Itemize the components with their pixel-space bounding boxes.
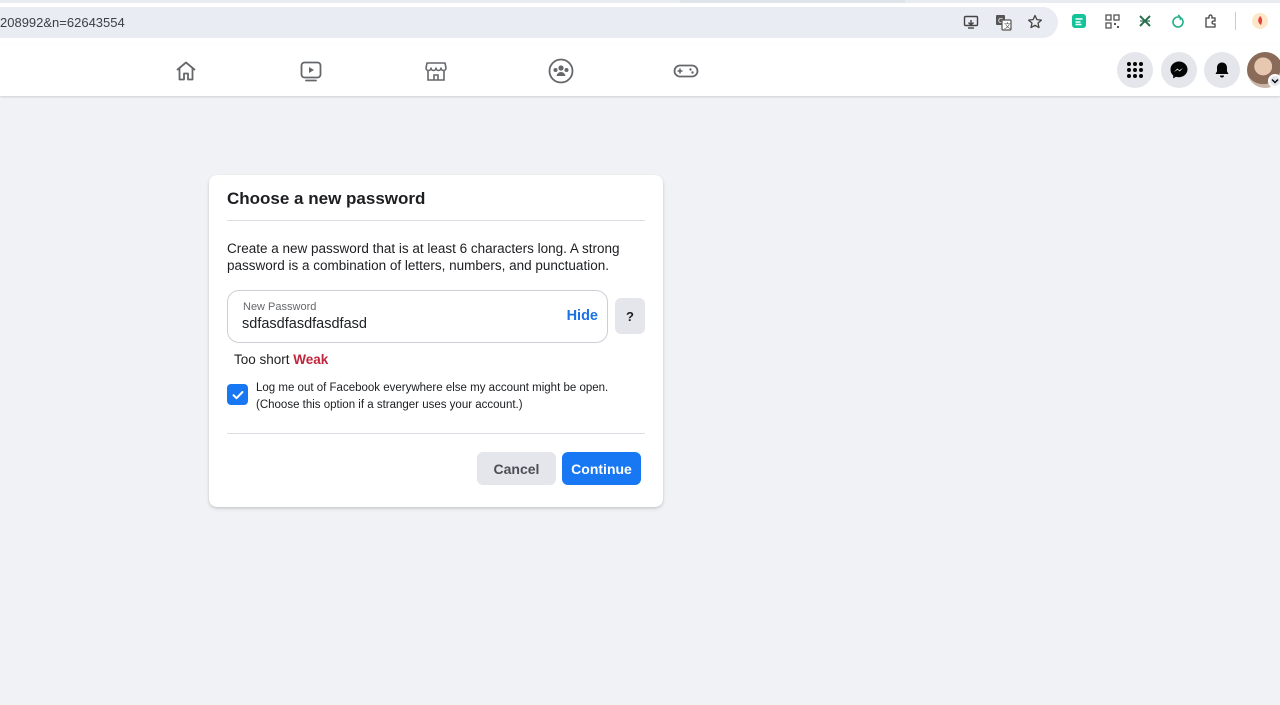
footer-divider — [227, 433, 645, 434]
new-password-input[interactable] — [242, 316, 542, 332]
storefront-icon — [425, 62, 447, 81]
video-play-icon — [300, 61, 322, 82]
messenger-button[interactable] — [1161, 52, 1197, 88]
nav-tab-home[interactable] — [171, 56, 201, 86]
strength-prefix: Too short — [234, 352, 290, 367]
profile-extension-icon[interactable] — [1249, 10, 1271, 32]
nav-tab-watch[interactable] — [296, 56, 326, 86]
hide-password-button[interactable]: Hide — [567, 308, 598, 324]
home-icon — [176, 61, 196, 81]
grid-menu-icon — [1127, 62, 1143, 78]
toolbar-separator — [1235, 12, 1236, 30]
menu-button[interactable] — [1117, 52, 1153, 88]
strength-level: Weak — [293, 352, 329, 367]
cast-icon[interactable] — [960, 11, 982, 33]
bookmark-star-icon[interactable] — [1024, 11, 1046, 33]
card-title: Choose a new password — [227, 189, 426, 208]
logout-label-line2: (Choose this option if a stranger uses y… — [256, 399, 523, 411]
facebook-top-nav — [0, 44, 1280, 96]
chevron-down-icon[interactable] — [1268, 74, 1280, 88]
checkmark-icon — [232, 390, 243, 399]
grammar-extension-icon[interactable] — [1068, 10, 1090, 32]
tab-strip — [0, 0, 1280, 3]
address-bar[interactable]: 208992&n=62643554 G文 — [0, 7, 1058, 38]
logout-everywhere-checkbox[interactable] — [227, 384, 248, 405]
notifications-button[interactable] — [1204, 52, 1240, 88]
nav-tab-groups[interactable] — [546, 56, 576, 86]
logout-everywhere-label[interactable]: Log me out of Facebook everywhere else m… — [256, 380, 636, 414]
password-help-button[interactable]: ? — [615, 298, 645, 334]
svg-text:文: 文 — [1004, 21, 1011, 30]
extension-leaf-icon[interactable] — [1167, 10, 1189, 32]
nav-tab-marketplace[interactable] — [421, 56, 451, 86]
messenger-icon — [1170, 61, 1188, 79]
cancel-button[interactable]: Cancel — [477, 452, 556, 485]
title-divider — [227, 220, 645, 221]
new-password-label: New Password — [243, 301, 317, 313]
bell-icon — [1215, 62, 1229, 78]
password-instructions: Create a new password that is at least 6… — [227, 241, 620, 273]
extension-x-icon[interactable] — [1134, 10, 1156, 32]
browser-toolbar: 208992&n=62643554 G文 — [0, 0, 1280, 44]
continue-button[interactable]: Continue — [562, 452, 641, 485]
groups-icon — [548, 58, 574, 84]
password-strength: Too short Weak — [234, 352, 328, 367]
new-password-field[interactable]: New Password Hide — [227, 290, 608, 343]
url-text[interactable]: 208992&n=62643554 — [0, 15, 125, 30]
game-controller-icon — [673, 64, 699, 78]
choose-password-card: Choose a new password Create a new passw… — [209, 175, 663, 507]
logout-label-line1: Log me out of Facebook everywhere else m… — [256, 382, 609, 394]
puzzle-extensions-icon[interactable] — [1200, 10, 1222, 32]
translate-icon[interactable]: G文 — [992, 11, 1014, 33]
nav-tab-gaming[interactable] — [671, 56, 701, 86]
qr-code-icon[interactable] — [1101, 10, 1123, 32]
